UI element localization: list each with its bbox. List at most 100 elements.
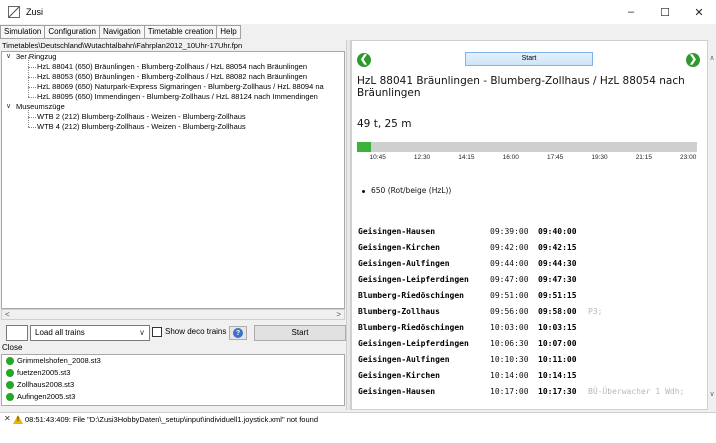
timeline-tick-label: 10:45 xyxy=(369,154,386,161)
train-count-field[interactable] xyxy=(6,325,28,341)
previous-train-button[interactable]: ❮ xyxy=(357,53,371,67)
stop-name: Geisingen-Leipferdingen xyxy=(358,339,469,348)
tree-connector xyxy=(28,67,36,68)
table-row: Geisingen-Kirchen 09:42:00 09:42:15 xyxy=(358,240,707,256)
stop-arr: 09:44:00 xyxy=(490,259,529,268)
menu-navigation[interactable]: Navigation xyxy=(98,25,145,39)
menu-timetable-creation[interactable]: Timetable creation xyxy=(143,25,218,39)
stop-dep: 09:58:00 xyxy=(538,307,577,316)
message-log: ✕ ! 08:51:43:409: File "D:\Zusi3HobbyDat… xyxy=(0,412,716,443)
stop-name: Geisingen-Kirchen xyxy=(358,243,440,252)
list-item[interactable]: Grimmelshofen_2008.st3 xyxy=(2,355,344,367)
train-tree[interactable]: ∨ 3er Ringzug HzL 88041 (650) Bräunlinge… xyxy=(1,51,345,309)
expand-chevron-icon[interactable]: ∨ xyxy=(6,52,11,62)
stop-dep: 10:14:15 xyxy=(538,371,577,380)
warning-glyph: ! xyxy=(17,417,19,423)
table-row: Blumberg-Riedöschingen 10:03:00 10:03:15 xyxy=(358,320,707,336)
stop-dep: 09:42:15 xyxy=(538,243,577,252)
stop-name: Geisingen-Hausen xyxy=(358,387,436,396)
next-train-button[interactable]: ❯ xyxy=(686,53,700,67)
table-row: Geisingen-Hausen 09:39:00 09:40:00 xyxy=(358,224,707,240)
close-window-button[interactable]: ✕ xyxy=(682,0,716,24)
window-controls: – ☐ ✕ xyxy=(614,0,716,24)
stop-dep: 09:47:30 xyxy=(538,275,577,284)
vehicle-list: 650 (Rot/beige (HzL)) xyxy=(362,186,451,195)
timeline-tick-label: 17:45 xyxy=(546,154,564,161)
menu-help[interactable]: Help xyxy=(216,25,241,39)
file-name: Grimmelshofen_2008.st3 xyxy=(17,356,101,365)
scroll-right-icon[interactable]: > xyxy=(336,310,341,320)
show-deco-trains-checkbox[interactable] xyxy=(152,327,162,337)
stop-dep: 10:17:30 xyxy=(538,387,577,396)
table-row: Geisingen-Kirchen 10:14:00 10:14:15 xyxy=(358,368,707,384)
tree-item-train[interactable]: HzL 88041 (650) Bräunlingen - Blumberg-Z… xyxy=(2,57,344,72)
stop-name: Blumberg-Riedöschingen xyxy=(358,291,464,300)
tree-item-train[interactable]: HzL 88053 (650) Bräunlingen - Blumberg-Z… xyxy=(2,67,344,82)
stop-dep: 09:51:15 xyxy=(538,291,577,300)
tree-item-train[interactable]: HzL 88095 (650) Immendingen - Blumberg-Z… xyxy=(2,87,344,102)
stop-arr: 10:06:30 xyxy=(490,339,529,348)
maximize-button[interactable]: ☐ xyxy=(648,0,682,24)
stop-arr: 10:10:30 xyxy=(490,355,529,364)
expand-chevron-icon[interactable]: ∨ xyxy=(6,102,11,112)
timeline-tick-label: 14:15 xyxy=(458,154,475,161)
timetable-file-path: Timetables\Deutschland\Wutachtalbahn\Fah… xyxy=(2,41,243,50)
menu-simulation[interactable]: Simulation xyxy=(0,25,46,39)
help-button[interactable]: ? xyxy=(229,326,247,340)
close-link[interactable]: Close xyxy=(2,343,22,352)
tree-item-label: HzL 88053 (650) Bräunlingen - Blumberg-Z… xyxy=(37,72,308,81)
status-ok-icon xyxy=(6,393,14,401)
chevron-down-icon: ∨ xyxy=(139,328,145,337)
tree-item-train[interactable]: WTB 4 (212) Blumberg-Zollhaus - Weizen -… xyxy=(2,117,344,132)
scroll-left-icon[interactable]: < xyxy=(5,310,10,320)
log-message: 08:51:43:409: File "D:\Zusi3HobbyDaten\_… xyxy=(25,415,318,424)
stop-arr: 09:56:00 xyxy=(490,307,529,316)
status-ok-icon xyxy=(6,357,14,365)
window-title: Zusi xyxy=(26,7,44,17)
tree-connector xyxy=(28,77,29,87)
tree-connector xyxy=(28,87,36,88)
show-deco-trains-label: Show deco trains xyxy=(165,327,227,336)
minimize-button[interactable]: – xyxy=(614,0,648,24)
help-icon: ? xyxy=(233,328,243,338)
tree-connector xyxy=(28,87,29,97)
train-title: HzL 88041 Bräunlingen - Blumberg-Zollhau… xyxy=(357,75,685,99)
tree-horizontal-scrollbar[interactable]: < > xyxy=(1,309,345,320)
stop-dep: 09:44:30 xyxy=(538,259,577,268)
table-row: Geisingen-Aulfingen 09:44:00 09:44:30 xyxy=(358,256,707,272)
tree-group-museumszuege[interactable]: ∨ Museumszüge xyxy=(2,102,344,112)
table-row: Blumberg-Zollhaus 09:56:00 09:58:00 P3; xyxy=(358,304,707,320)
start-button[interactable]: Start xyxy=(254,325,346,341)
menu-configuration[interactable]: Configuration xyxy=(44,25,100,39)
detail-vertical-scrollbar[interactable]: ∧ ∨ xyxy=(708,40,716,410)
timeline-progress xyxy=(357,142,371,152)
scroll-up-icon[interactable]: ∧ xyxy=(708,54,716,62)
stop-arr: 09:39:00 xyxy=(490,227,529,236)
file-name: Zollhaus2008.st3 xyxy=(17,380,75,389)
timeline-tick-label: 16:00 xyxy=(502,154,519,161)
list-item[interactable]: Aufingen2005.st3 xyxy=(2,391,344,403)
stop-name: Geisingen-Aulfingen xyxy=(358,355,450,364)
tree-connector xyxy=(28,117,29,127)
stop-arr: 09:47:00 xyxy=(490,275,529,284)
tree-connector xyxy=(28,97,36,98)
tree-group-ringzug[interactable]: ∨ 3er Ringzug xyxy=(2,52,344,62)
timeline-tick-label: 12:30 xyxy=(413,154,431,161)
table-row: Geisingen-Hausen 10:17:00 10:17:30 BÜ-Überw… xyxy=(358,384,707,400)
detail-start-button[interactable]: Start xyxy=(465,52,593,66)
table-row: Geisingen-Leipferdingen 09:47:00 09:47:30 xyxy=(358,272,707,288)
tree-item-train[interactable]: WTB 2 (212) Blumberg-Zollhaus - Weizen -… xyxy=(2,107,344,122)
tree-connector xyxy=(28,67,29,77)
load-trains-select[interactable]: Load all trains ∨ xyxy=(30,325,150,341)
load-trains-value: Load all trains xyxy=(35,328,85,337)
close-log-icon[interactable]: ✕ xyxy=(4,414,11,423)
table-row: Geisingen-Leipferdingen 10:06:30 10:07:00 xyxy=(358,336,707,352)
tree-item-label: HzL 88041 (650) Bräunlingen - Blumberg-Z… xyxy=(37,62,308,71)
tree-connector xyxy=(28,107,29,117)
scroll-down-icon[interactable]: ∨ xyxy=(708,390,716,398)
stop-dep: 10:03:15 xyxy=(538,323,577,332)
tree-item-train[interactable]: HzL 88069 (650) Naturpark-Express Sigmar… xyxy=(2,77,344,92)
stop-arr: 10:14:00 xyxy=(490,371,529,380)
list-item[interactable]: Zollhaus2008.st3 xyxy=(2,379,344,391)
list-item[interactable]: fuetzen2005.st3 xyxy=(2,367,344,379)
